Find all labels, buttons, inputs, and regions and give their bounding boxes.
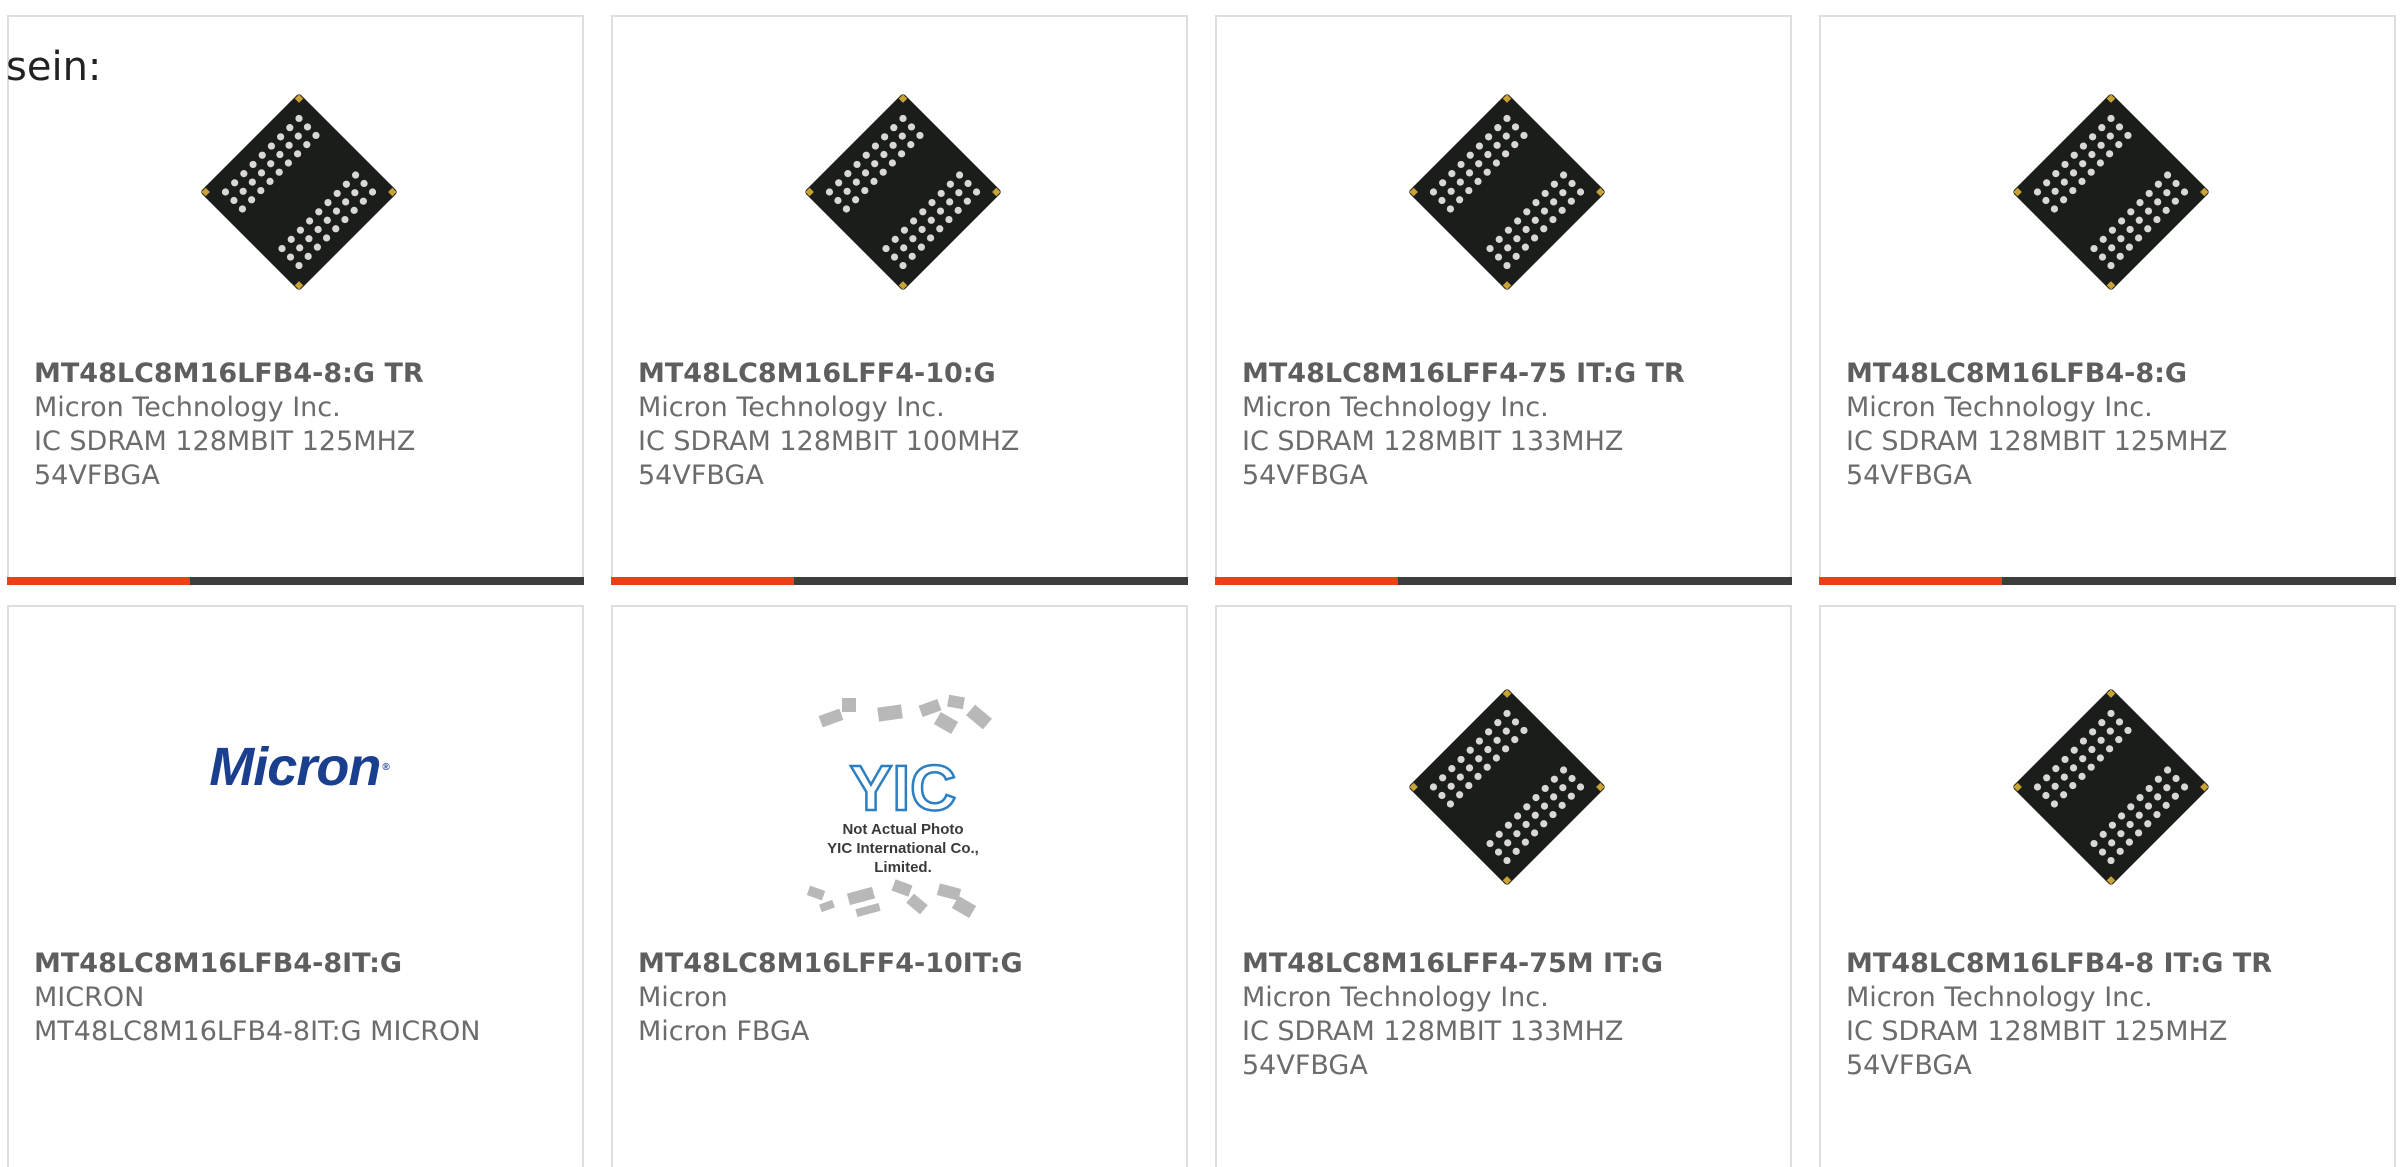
manufacturer-text: Micron Technology Inc. — [1242, 392, 1549, 423]
package-text: 54VFBGA — [1242, 460, 1368, 491]
package-text: 54VFBGA — [1846, 460, 1972, 491]
manufacturer-text: Micron Technology Inc. — [1846, 392, 2153, 423]
bga-chip-image — [2013, 689, 2209, 885]
package-text: 54VFBGA — [1846, 1050, 1972, 1081]
placeholder-caption: Not Actual Photo YIC International Co., … — [827, 821, 979, 876]
bga-chip-image — [2013, 94, 2209, 290]
card-progress-bar — [1215, 577, 1792, 585]
description-text: IC SDRAM 128MBIT 133MHZ — [1242, 1016, 1624, 1047]
manufacturer-text: Micron Technology Inc. — [34, 392, 341, 423]
card-bar-accent — [7, 577, 190, 585]
card-progress-bar — [7, 577, 584, 585]
product-card[interactable]: MT48LC8M16LFF4-75M IT:G Micron Technolog… — [1215, 605, 1792, 1167]
product-card[interactable]: Micron ® MT48LC8M16LFB4-8IT:G MICRON MT48… — [7, 605, 584, 1167]
manufacturer-text: MICRON — [34, 982, 145, 1013]
part-number-link[interactable]: MT48LC8M16LFB4-8IT:G — [34, 947, 562, 981]
description-text: Micron FBGA — [638, 1016, 810, 1047]
bga-chip-image — [1409, 689, 1605, 885]
product-card[interactable]: YIC Not Actual Photo YIC International C… — [611, 605, 1188, 1167]
part-number-link[interactable]: MT48LC8M16LFF4-10IT:G — [638, 947, 1166, 981]
micron-logo-image: Micron ® — [209, 737, 389, 797]
bga-chip-image — [201, 94, 397, 290]
product-card[interactable]: MT48LC8M16LFB4-8:G TR Micron Technology … — [7, 15, 584, 585]
description-text: IC SDRAM 128MBIT 133MHZ — [1242, 426, 1624, 457]
component-icons-graphic: YIC — [806, 694, 992, 919]
manufacturer-text: Micron Technology Inc. — [1242, 982, 1549, 1013]
package-text: 54VFBGA — [34, 460, 160, 491]
description-text: IC SDRAM 128MBIT 125MHZ — [1846, 426, 2228, 457]
intro-text: sein: — [6, 44, 102, 90]
part-number-link[interactable]: MT48LC8M16LFB4-8:G — [1846, 357, 2374, 391]
product-card[interactable]: MT48LC8M16LFF4-10:G Micron Technology In… — [611, 15, 1188, 585]
card-progress-bar — [1819, 577, 2396, 585]
part-number-link[interactable]: MT48LC8M16LFF4-10:G — [638, 357, 1166, 391]
part-number-link[interactable]: MT48LC8M16LFB4-8:G TR — [34, 357, 562, 391]
product-card[interactable]: MT48LC8M16LFB4-8 IT:G TR Micron Technolo… — [1819, 605, 2396, 1167]
description-text: IC SDRAM 128MBIT 100MHZ — [638, 426, 1020, 457]
package-text: 54VFBGA — [1242, 1050, 1368, 1081]
card-bar-accent — [1819, 577, 2002, 585]
card-progress-bar — [611, 577, 1188, 585]
manufacturer-text: Micron Technology Inc. — [1846, 982, 2153, 1013]
manufacturer-text: Micron — [638, 982, 728, 1013]
card-bar-accent — [611, 577, 794, 585]
part-number-link[interactable]: MT48LC8M16LFF4-75M IT:G — [1242, 947, 1770, 981]
placeholder-image: YIC Not Actual Photo YIC International C… — [798, 692, 1008, 922]
package-text: 54VFBGA — [638, 460, 764, 491]
card-bar-accent — [1215, 577, 1398, 585]
product-card[interactable]: MT48LC8M16LFB4-8:G Micron Technology Inc… — [1819, 15, 2396, 585]
micron-logo-text: Micron — [209, 737, 381, 797]
product-grid-page: sein: MT48LC8M16LFB4-8:G TR Micron Techn… — [0, 0, 2400, 1167]
product-card[interactable]: MT48LC8M16LFF4-75 IT:G TR Micron Technol… — [1215, 15, 1792, 585]
description-text: MT48LC8M16LFB4-8IT:G MICRON — [34, 1016, 481, 1047]
description-text: IC SDRAM 128MBIT 125MHZ — [34, 426, 416, 457]
part-number-link[interactable]: MT48LC8M16LFF4-75 IT:G TR — [1242, 357, 1770, 391]
bga-chip-image — [1409, 94, 1605, 290]
bga-chip-image — [805, 94, 1001, 290]
manufacturer-text: Micron Technology Inc. — [638, 392, 945, 423]
yic-logo-text: YIC — [850, 752, 957, 824]
part-number-link[interactable]: MT48LC8M16LFB4-8 IT:G TR — [1846, 947, 2374, 981]
description-text: IC SDRAM 128MBIT 125MHZ — [1846, 1016, 2228, 1047]
